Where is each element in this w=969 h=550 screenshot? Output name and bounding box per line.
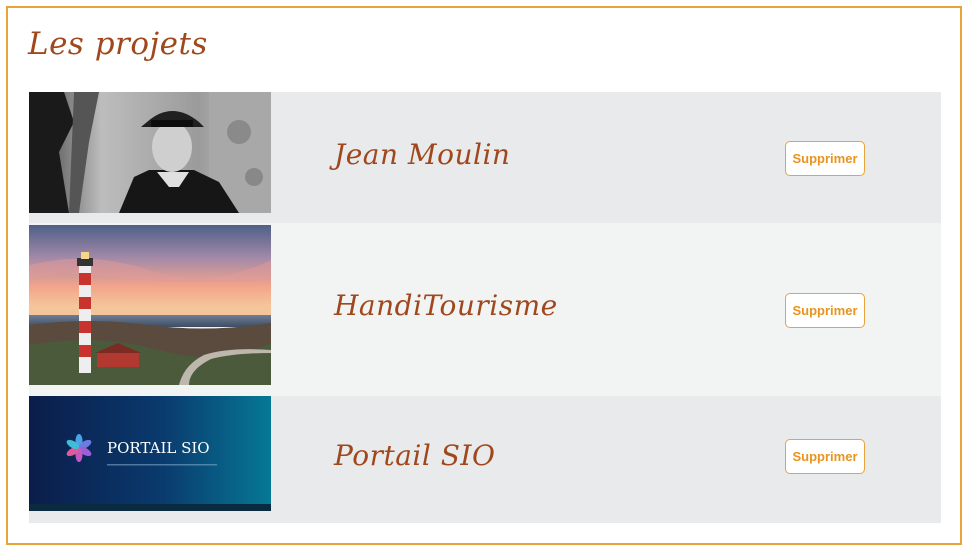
project-row-portail-sio: PORTAIL SIO Portail SIO Supprimer xyxy=(29,396,941,523)
delete-button[interactable]: Supprimer xyxy=(785,439,865,474)
portail-sio-banner: PORTAIL SIO xyxy=(29,396,271,511)
project-name: Portail SIO xyxy=(334,439,496,472)
project-row-handitourisme: HandiTourisme Supprimer xyxy=(29,223,941,396)
project-list: Jean Moulin Supprimer HandiTourisme Supp… xyxy=(29,92,941,523)
page-title: Les projets xyxy=(28,26,208,62)
project-name: HandiTourisme xyxy=(334,289,558,322)
project-name: Jean Moulin xyxy=(334,138,511,171)
delete-button[interactable]: Supprimer xyxy=(785,293,865,328)
banner-title: PORTAIL SIO xyxy=(107,439,210,457)
projects-panel: Les projets Jean Moulin Supprimer HandiT… xyxy=(6,6,962,545)
delete-button[interactable]: Supprimer xyxy=(785,141,865,176)
portrait-photo xyxy=(29,92,271,213)
project-row-jean-moulin: Jean Moulin Supprimer xyxy=(29,92,941,223)
lighthouse-photo xyxy=(29,225,271,385)
